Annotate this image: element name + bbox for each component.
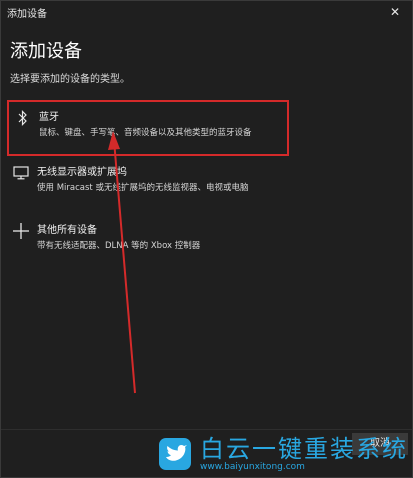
option-bluetooth[interactable]: 蓝牙 鼠标、键盘、手写笔、音频设备以及其他类型的蓝牙设备 [7, 100, 289, 156]
title-bar: 添加设备 ✕ [1, 1, 412, 23]
option-wireless-display[interactable]: 无线显示器或扩展坞 使用 Miracast 或无线扩展坞的无线监视器、电视或电脑 [7, 163, 289, 217]
option-bluetooth-title: 蓝牙 [39, 112, 59, 123]
plus-icon [11, 221, 31, 241]
monitor-icon [11, 163, 31, 183]
bird-logo-icon [159, 438, 191, 470]
add-device-window: 添加设备 ✕ 添加设备 选择要添加的设备的类型。 蓝牙 鼠标、键盘、手写笔、音频… [0, 0, 413, 478]
watermark-url: www.baiyunxitong.com [200, 462, 305, 472]
option-display-title: 无线显示器或扩展坞 [37, 167, 127, 178]
option-bluetooth-desc: 鼠标、键盘、手写笔、音频设备以及其他类型的蓝牙设备 [39, 128, 252, 138]
option-other-devices[interactable]: 其他所有设备 带有无线适配器、DLNA 等的 Xbox 控制器 [7, 221, 289, 275]
close-button[interactable]: ✕ [384, 1, 406, 23]
watermark: 白云一键重装系统 www.baiyunxitong.com [158, 431, 408, 477]
footer-divider [1, 429, 412, 430]
watermark-title: 白云一键重装系统 [200, 435, 408, 463]
page-subtitle: 选择要添加的设备的类型。 [10, 74, 130, 85]
option-other-title: 其他所有设备 [37, 225, 97, 236]
page-title: 添加设备 [10, 41, 82, 62]
option-display-desc: 使用 Miracast 或无线扩展坞的无线监视器、电视或电脑 [37, 183, 249, 193]
option-other-desc: 带有无线适配器、DLNA 等的 Xbox 控制器 [37, 241, 201, 251]
bluetooth-icon [13, 108, 33, 128]
window-title: 添加设备 [7, 8, 47, 20]
